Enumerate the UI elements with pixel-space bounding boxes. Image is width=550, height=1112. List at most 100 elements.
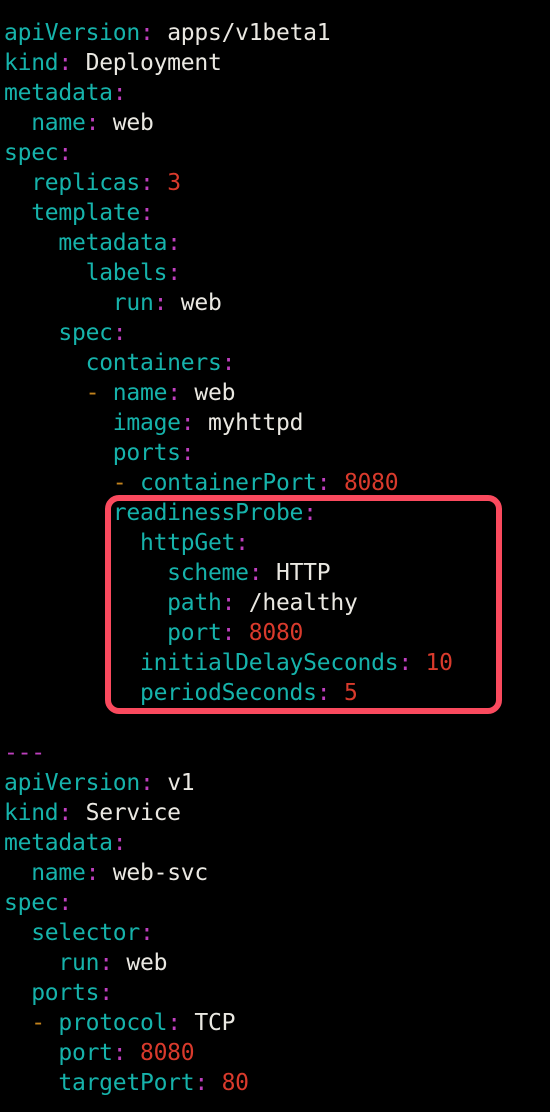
yaml-key: spec	[4, 890, 59, 916]
code-line: image: myhttpd	[4, 408, 550, 438]
code-line: kind: Service	[4, 798, 550, 828]
yaml-number-value: 5	[330, 680, 358, 706]
code-line: path: /healthy	[4, 588, 550, 618]
yaml-key: containerPort	[139, 470, 317, 496]
yaml-value: HTTP	[262, 560, 331, 586]
list-dash-marker: -	[112, 470, 140, 496]
yaml-key: spec	[58, 320, 113, 346]
yaml-key: name	[31, 110, 86, 136]
code-line: name: web-svc	[4, 858, 550, 888]
yaml-colon: :	[248, 560, 263, 586]
code-line: ports:	[4, 438, 550, 468]
yaml-key: apiVersion	[4, 770, 140, 796]
yaml-value: web	[112, 950, 168, 976]
yaml-colon: :	[139, 770, 154, 796]
yaml-key: periodSeconds	[139, 680, 317, 706]
yaml-key: selector	[31, 920, 140, 946]
yaml-key: ports	[112, 440, 181, 466]
yaml-colon: :	[221, 620, 236, 646]
code-line: containers:	[4, 348, 550, 378]
yaml-colon: :	[58, 890, 72, 916]
yaml-value: myhttpd	[194, 410, 304, 436]
yaml-number-value: 80	[207, 1070, 249, 1096]
yaml-colon: :	[167, 230, 181, 256]
yaml-value: apps/v1beta1	[153, 20, 331, 46]
yaml-colon: :	[235, 530, 249, 556]
code-line: metadata:	[4, 78, 550, 108]
yaml-colon: :	[194, 1070, 208, 1096]
yaml-number-value: 8080	[330, 470, 399, 496]
code-line: run: web	[4, 288, 550, 318]
code-line: - protocol: TCP	[4, 1008, 550, 1038]
yaml-key: template	[31, 200, 140, 226]
code-line: metadata:	[4, 828, 550, 858]
yaml-key: name	[31, 860, 86, 886]
yaml-key: ports	[31, 980, 100, 1006]
yaml-key: replicas	[31, 170, 140, 196]
code-line: ports:	[4, 978, 550, 1008]
yaml-key: apiVersion	[4, 20, 140, 46]
code-line: spec:	[4, 888, 550, 918]
yaml-colon: :	[139, 170, 154, 196]
code-line: port: 8080	[4, 1038, 550, 1068]
yaml-key: targetPort	[58, 1070, 195, 1096]
document-separator-text: ---	[4, 740, 45, 766]
yaml-key: kind	[4, 800, 59, 826]
yaml-key: run	[112, 290, 154, 316]
code-line: spec:	[4, 138, 550, 168]
yaml-colon: :	[221, 350, 236, 376]
yaml-colon: :	[85, 110, 100, 136]
yaml-colon: :	[316, 680, 331, 706]
yaml-colon: :	[58, 140, 72, 166]
code-line: apiVersion: v1	[4, 768, 550, 798]
yaml-colon: :	[180, 440, 195, 466]
yaml-colon: :	[167, 260, 181, 286]
code-line: targetPort: 80	[4, 1068, 550, 1098]
code-line: apiVersion: apps/v1beta1	[4, 18, 550, 48]
yaml-key: path	[167, 590, 222, 616]
yaml-value: web	[167, 290, 222, 316]
yaml-key: protocol	[58, 1010, 168, 1036]
yaml-key: port	[167, 620, 222, 646]
code-line: replicas: 3	[4, 168, 550, 198]
yaml-value: Deployment	[72, 50, 222, 76]
list-dash-marker: -	[31, 1010, 59, 1036]
code-line: labels:	[4, 258, 550, 288]
yaml-key: readinessProbe	[112, 500, 304, 526]
yaml-colon: :	[112, 80, 127, 106]
yaml-code-viewer[interactable]: apiVersion: apps/v1beta1 kind: Deployment…	[0, 0, 550, 1112]
yaml-value: web-svc	[99, 860, 208, 886]
code-line: template:	[4, 198, 550, 228]
yaml-colon: :	[99, 950, 113, 976]
code-line: run: web	[4, 948, 550, 978]
yaml-value: v1	[153, 770, 195, 796]
yaml-colon: :	[112, 830, 127, 856]
yaml-key: port	[58, 1040, 113, 1066]
code-line-list: apiVersion: apps/v1beta1 kind: Deployment…	[4, 18, 550, 1098]
yaml-colon: :	[153, 290, 168, 316]
yaml-key: metadata	[4, 830, 113, 856]
yaml-colon: :	[303, 500, 317, 526]
yaml-key: image	[112, 410, 181, 436]
yaml-value: TCP	[180, 1010, 236, 1036]
yaml-key: containers	[85, 350, 222, 376]
yaml-colon: :	[139, 920, 154, 946]
yaml-key: initialDelaySeconds	[139, 650, 399, 676]
yaml-colon: :	[398, 650, 412, 676]
yaml-colon: :	[112, 320, 127, 346]
